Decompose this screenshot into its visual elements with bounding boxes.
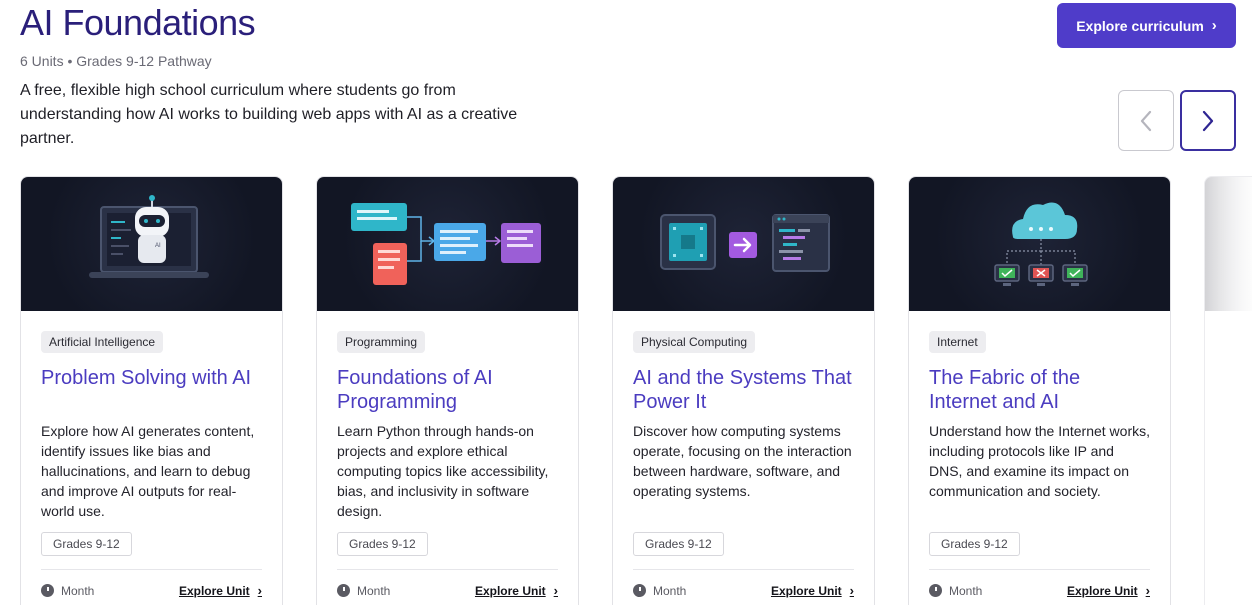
- explore-curriculum-label: Explore curriculum: [1076, 17, 1204, 34]
- unit-title[interactable]: Foundations of AI Programming: [337, 366, 558, 414]
- unit-duration: Month: [633, 584, 686, 598]
- unit-card-image: [613, 177, 874, 311]
- unit-description: Learn Python through hands-on projects a…: [337, 423, 549, 519]
- chevron-right-icon: ›: [257, 583, 262, 598]
- explore-unit-link[interactable]: Explore Unit ›: [179, 583, 262, 598]
- unit-duration: Month: [337, 584, 390, 598]
- explore-unit-label: Explore Unit: [474, 583, 546, 598]
- unit-description: Discover how computing systems operate, …: [633, 423, 852, 499]
- unit-title[interactable]: AI and the Systems That Power It: [633, 366, 854, 414]
- explore-unit-link[interactable]: Explore Unit ›: [771, 583, 854, 598]
- code-blocks-flow-icon: [351, 203, 541, 285]
- chevron-right-icon: [1202, 110, 1214, 131]
- card-divider: [633, 569, 854, 570]
- explore-unit-label: Explore Unit: [770, 583, 842, 598]
- curriculum-meta: 6 Units • Grades 9-12 Pathway: [20, 53, 212, 69]
- page-title: AI Foundations: [20, 2, 256, 43]
- unit-card-image: [317, 177, 578, 311]
- curriculum-description: A free, flexible high school curriculum …: [20, 82, 518, 147]
- explore-unit-link[interactable]: Explore Unit ›: [1067, 583, 1150, 598]
- duration-label: Month: [653, 583, 687, 598]
- unit-tag: Programming: [337, 331, 426, 353]
- card-divider: [337, 569, 558, 570]
- duration-label: Month: [357, 583, 391, 598]
- duration-label: Month: [949, 583, 983, 598]
- grades-badge: Grades 9-12: [41, 532, 132, 556]
- carousel-prev-button[interactable]: [1118, 90, 1174, 151]
- carousel-next-button[interactable]: [1180, 90, 1236, 151]
- chip-to-code-icon: [660, 214, 830, 272]
- clock-icon: [41, 584, 54, 597]
- card-divider: [41, 569, 262, 570]
- explore-unit-label: Explore Unit: [178, 583, 250, 598]
- unit-duration: Month: [41, 584, 94, 598]
- unit-card[interactable]: AI Artificial Intelligence Problem Solvi…: [20, 176, 283, 605]
- unit-card-partial[interactable]: [1204, 176, 1252, 605]
- unit-card[interactable]: Internet The Fabric of the Internet and …: [908, 176, 1171, 605]
- explore-unit-label: Explore Unit: [1066, 583, 1138, 598]
- unit-tag: Internet: [929, 331, 986, 353]
- grades-badge: Grades 9-12: [337, 532, 428, 556]
- unit-card[interactable]: Programming Foundations of AI Programmin…: [316, 176, 579, 605]
- duration-label: Month: [61, 583, 95, 598]
- card-divider: [929, 569, 1150, 570]
- explore-curriculum-button[interactable]: Explore curriculum ›: [1057, 3, 1236, 48]
- clock-icon: [633, 584, 646, 597]
- explore-unit-link[interactable]: Explore Unit ›: [475, 583, 558, 598]
- unit-tag: Physical Computing: [633, 331, 756, 353]
- cloud-network-icon: [994, 202, 1088, 286]
- grades-badge: Grades 9-12: [633, 532, 724, 556]
- chevron-right-icon: ›: [849, 583, 854, 598]
- unit-title[interactable]: Problem Solving with AI: [41, 366, 262, 414]
- chevron-right-icon: ›: [1145, 583, 1150, 598]
- chevron-left-icon: [1140, 110, 1152, 131]
- unit-card-image: [1205, 177, 1252, 311]
- chevron-right-icon: ›: [553, 583, 558, 598]
- unit-card[interactable]: Physical Computing AI and the Systems Th…: [612, 176, 875, 605]
- grades-badge: Grades 9-12: [929, 532, 1020, 556]
- clock-icon: [337, 584, 350, 597]
- robot-chest-label: AI: [155, 243, 161, 249]
- unit-duration: Month: [929, 584, 982, 598]
- unit-title[interactable]: The Fabric of the Internet and AI: [929, 366, 1150, 414]
- unit-description: Explore how AI generates content, identi…: [41, 423, 255, 519]
- unit-tag: Artificial Intelligence: [41, 331, 164, 353]
- clock-icon: [929, 584, 942, 597]
- unit-card-image: [909, 177, 1170, 311]
- unit-card-image: AI: [21, 177, 282, 311]
- chevron-right-icon: ›: [1211, 17, 1217, 34]
- robot-laptop-icon: AI: [89, 195, 209, 278]
- unit-description: Understand how the Internet works, inclu…: [929, 423, 1151, 499]
